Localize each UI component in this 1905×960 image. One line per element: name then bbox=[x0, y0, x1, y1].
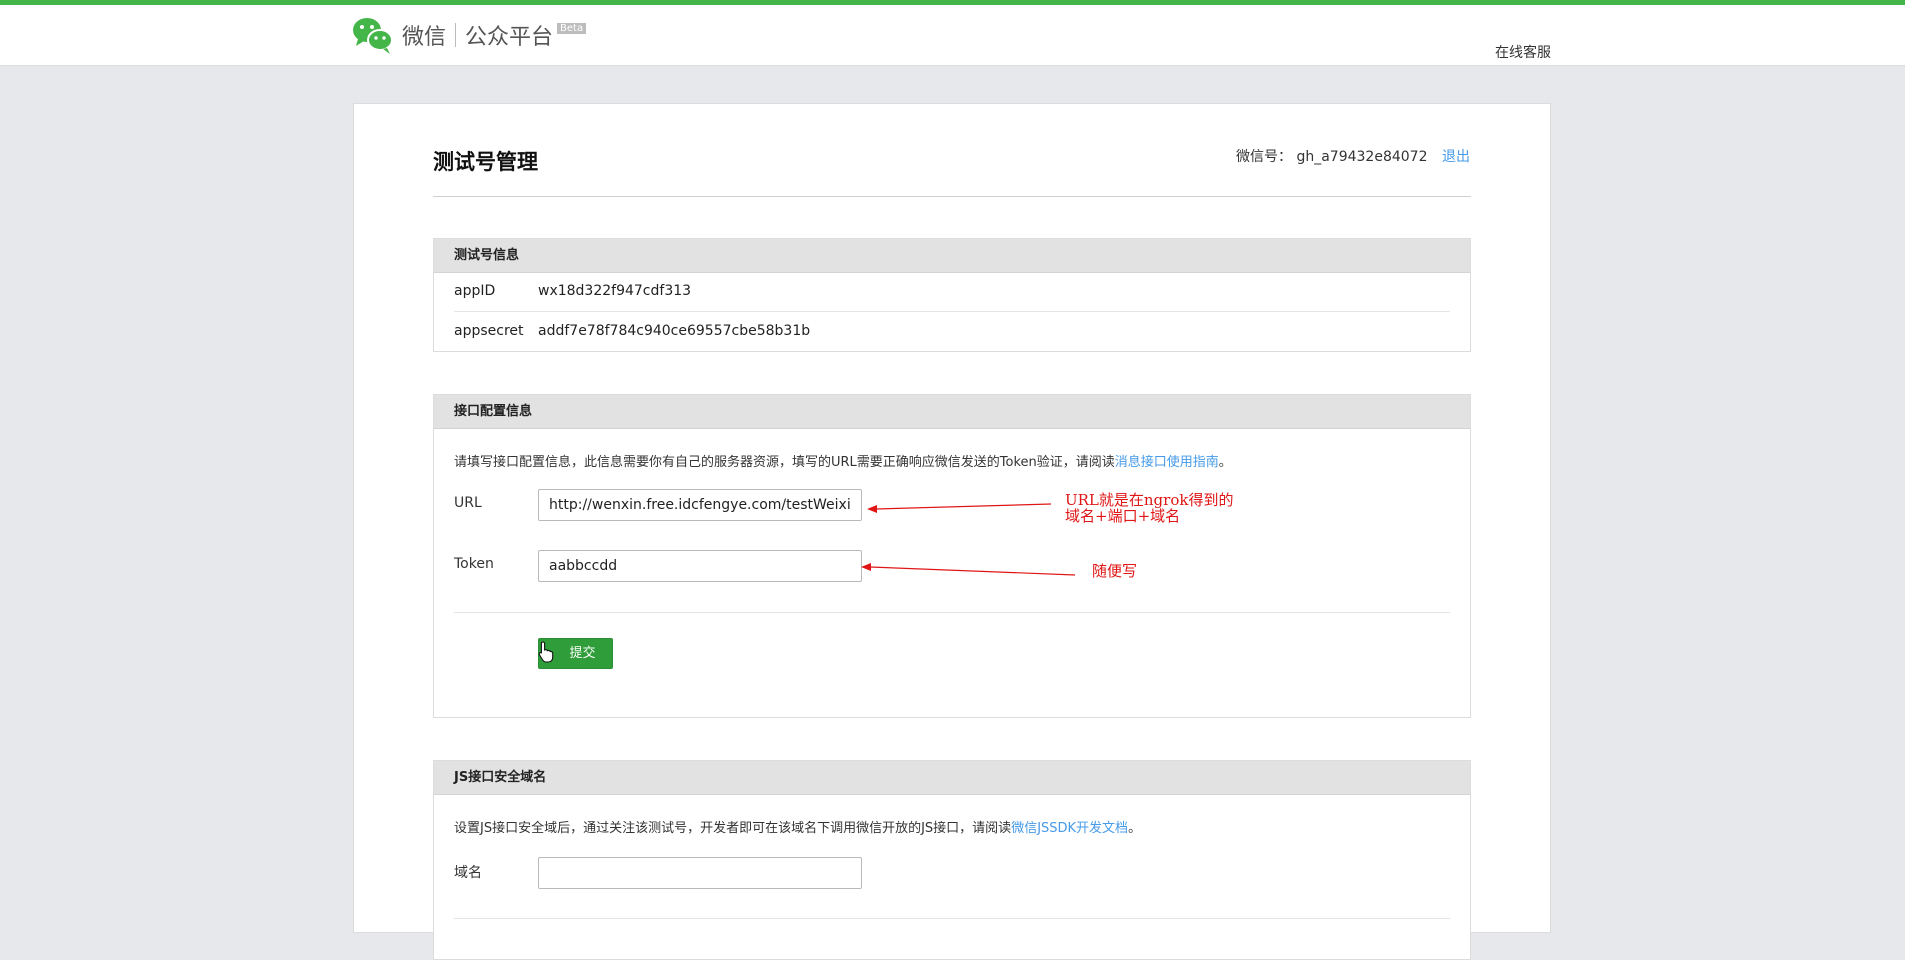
logout-link[interactable]: 退出 bbox=[1442, 146, 1470, 166]
account-label: 微信号： bbox=[1236, 149, 1292, 165]
appid-label: appID bbox=[454, 283, 496, 299]
account-id: gh_a79432e84072 bbox=[1296, 149, 1428, 165]
title-divider bbox=[433, 196, 1471, 197]
interface-config-panel: 接口配置信息 请填写接口配置信息，此信息需要你有自己的服务器资源，填写的URL需… bbox=[433, 394, 1471, 718]
appid-row: appID wx18d322f947cdf313 bbox=[454, 272, 1450, 311]
appsecret-label: appsecret bbox=[454, 323, 524, 339]
domain-input[interactable] bbox=[538, 857, 862, 889]
test-account-panel: 测试号信息 appID wx18d322f947cdf313 appsecret… bbox=[433, 238, 1471, 352]
annotation-arrows bbox=[861, 503, 1076, 576]
top-bar: 微信 公众平台 Beta 在线客服 bbox=[0, 0, 1905, 66]
appsecret-value: addf7e78f784c940ce69557cbe58b31b bbox=[538, 323, 811, 339]
js-domain-heading: JS接口安全域名 bbox=[434, 761, 1470, 795]
js-description-period: 。 bbox=[1128, 821, 1142, 836]
brand-name: 微信 bbox=[402, 25, 447, 50]
appid-value: wx18d322f947cdf313 bbox=[538, 283, 692, 299]
account-info: 微信号： gh_a79432e84072 bbox=[1236, 146, 1427, 166]
wechat-mp-logo[interactable]: 微信 公众平台 Beta bbox=[352, 15, 587, 55]
js-domain-panel: JS接口安全域名 设置JS接口安全域后，通过关注该测试号，开发者即可在该域名下调… bbox=[433, 760, 1471, 960]
appsecret-row: appsecret addf7e78f784c940ce69557cbe58b3… bbox=[454, 312, 1450, 351]
jssdk-doc-link[interactable]: 微信JSSDK开发文档 bbox=[1011, 821, 1128, 836]
test-account-heading: 测试号信息 bbox=[434, 239, 1470, 273]
js-description-text: 设置JS接口安全域后，通过关注该测试号，开发者即可在该域名下调用微信开放的JS接… bbox=[454, 821, 1012, 836]
logo-divider bbox=[455, 23, 457, 47]
page-title: 测试号管理 bbox=[433, 150, 538, 174]
main-card: 测试号管理 微信号： gh_a79432e84072 退出 测试号信息 appI… bbox=[353, 103, 1551, 960]
js-form-divider bbox=[454, 918, 1450, 919]
product-name: 公众平台 bbox=[465, 25, 554, 50]
domain-label: 域名 bbox=[454, 865, 482, 881]
wechat-logo-icon bbox=[352, 15, 394, 55]
js-domain-description: 设置JS接口安全域后，通过关注该测试号，开发者即可在该域名下调用微信开放的JS接… bbox=[454, 817, 1141, 836]
online-support-link[interactable]: 在线客服 bbox=[1495, 42, 1551, 62]
beta-badge: Beta bbox=[557, 22, 587, 34]
